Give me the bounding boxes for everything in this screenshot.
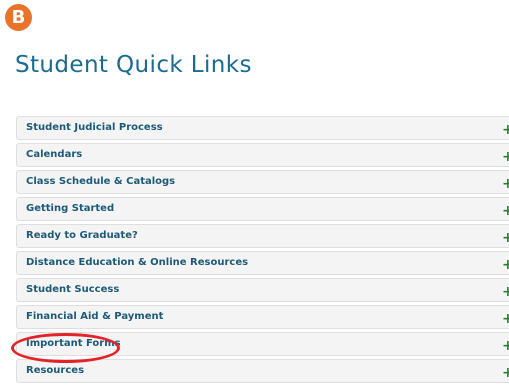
expand-plus-icon[interactable]: +: [502, 285, 509, 299]
accordion-item-label: Student Success: [26, 284, 120, 295]
quick-links-accordion: Student Judicial Process + Calendars + C…: [16, 116, 509, 386]
accordion-item-distance-education[interactable]: Distance Education & Online Resources +: [16, 251, 509, 275]
accordion-item-label: Important Forms: [26, 338, 121, 349]
accordion-item-student-success[interactable]: Student Success +: [16, 278, 509, 302]
accordion-item-label: Class Schedule & Catalogs: [26, 176, 176, 187]
accordion-item-label: Calendars: [26, 149, 83, 160]
accordion-item-label: Resources: [26, 365, 85, 376]
expand-plus-icon[interactable]: +: [502, 231, 509, 245]
expand-plus-icon[interactable]: +: [502, 204, 509, 218]
expand-plus-icon[interactable]: +: [502, 150, 509, 164]
accordion-item-ready-to-graduate[interactable]: Ready to Graduate? +: [16, 224, 509, 248]
expand-plus-icon[interactable]: +: [502, 312, 509, 326]
expand-plus-icon[interactable]: +: [502, 366, 509, 380]
expand-plus-icon[interactable]: +: [502, 177, 509, 191]
page-title: Student Quick Links: [15, 52, 252, 78]
accordion-item-label: Distance Education & Online Resources: [26, 257, 249, 268]
expand-plus-icon[interactable]: +: [502, 258, 509, 272]
accordion-item-getting-started[interactable]: Getting Started +: [16, 197, 509, 221]
accordion-item-label: Getting Started: [26, 203, 115, 214]
accordion-item-label: Financial Aid & Payment: [26, 311, 164, 322]
accordion-item-calendars[interactable]: Calendars +: [16, 143, 509, 167]
accordion-item-important-forms[interactable]: Important Forms +: [16, 332, 509, 356]
accordion-item-financial-aid-payment[interactable]: Financial Aid & Payment +: [16, 305, 509, 329]
expand-plus-icon[interactable]: +: [502, 339, 509, 353]
accordion-item-class-schedule-catalogs[interactable]: Class Schedule & Catalogs +: [16, 170, 509, 194]
accordion-item-resources[interactable]: Resources +: [16, 359, 509, 383]
accordion-item-label: Ready to Graduate?: [26, 230, 138, 241]
accordion-item-label: Student Judicial Process: [26, 122, 163, 133]
expand-plus-icon[interactable]: +: [502, 123, 509, 137]
step-badge: B: [5, 4, 32, 31]
accordion-item-student-judicial-process[interactable]: Student Judicial Process +: [16, 116, 509, 140]
